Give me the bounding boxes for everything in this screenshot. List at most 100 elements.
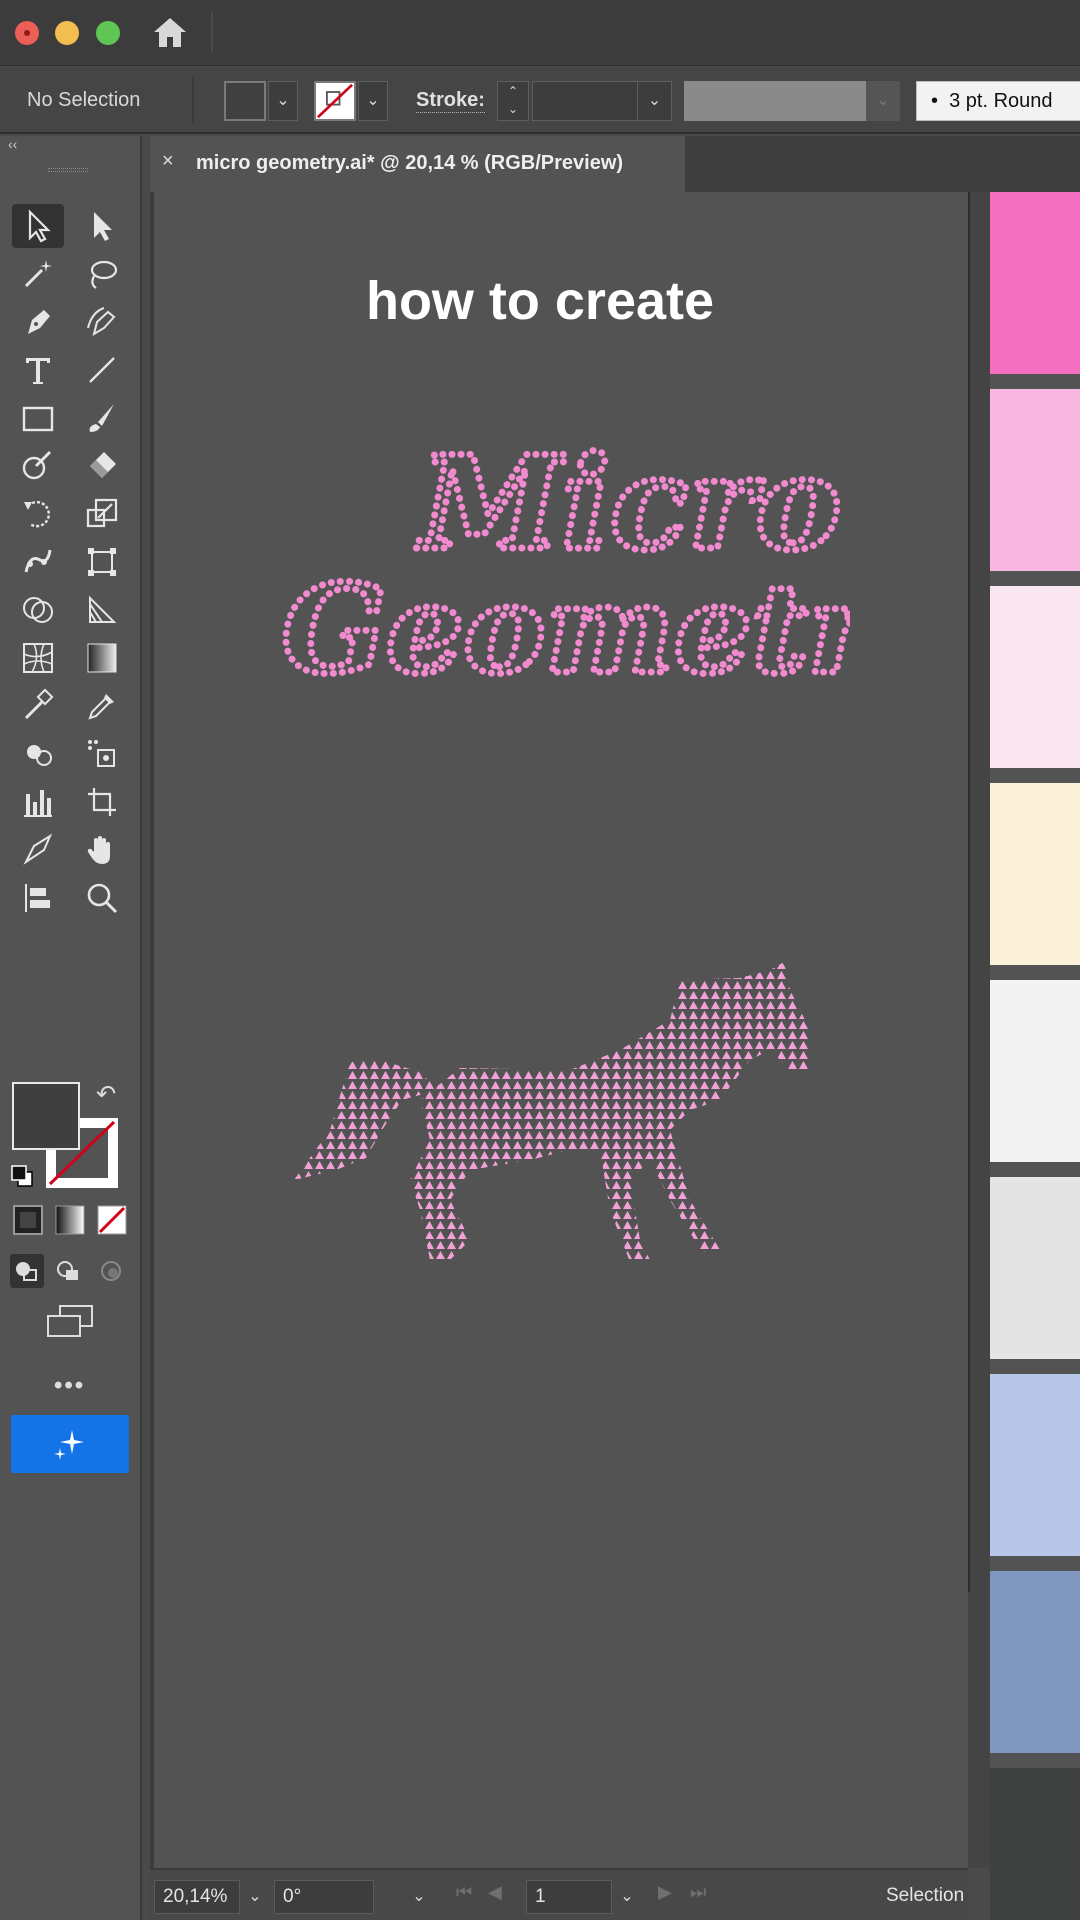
stroke-label[interactable]: Stroke: [416, 89, 485, 113]
pen-tool-icon[interactable] [12, 300, 64, 344]
swatch-tile[interactable] [990, 1768, 1080, 1920]
brush-bullet-icon: • [931, 90, 950, 112]
slice-tool-icon[interactable] [12, 828, 64, 872]
first-artboard-icon[interactable]: ⏮ [456, 1882, 472, 1903]
illustrator-window: No Selection ⌄ ⌄ Stroke: ⌃ ⌄ ⌄ ⌄ • 3 pt. … [0, 0, 1080, 1920]
status-bar: 20,14% ⌄ 0° ⌄ ⏮ ◀ 1 ⌄ ▶ ⏭ Selection [150, 1868, 968, 1920]
change-screen-mode-icon[interactable] [46, 1304, 94, 1340]
stroke-weight-chevron-icon[interactable]: ⌄ [637, 82, 671, 120]
mesh-tool-icon[interactable] [12, 636, 64, 680]
title-bar-divider [211, 12, 213, 52]
title-bar [0, 0, 1080, 66]
generative-ai-button[interactable] [11, 1415, 129, 1473]
zoom-tool-icon[interactable] [76, 876, 128, 920]
brush-definition-dropdown[interactable]: • 3 pt. Round [916, 81, 1080, 121]
horse-silhouette [294, 962, 810, 1262]
rotation-dropdown-chevron-icon[interactable]: ⌄ [404, 1880, 434, 1914]
artboard-number-field[interactable]: 1 [526, 1880, 612, 1914]
swap-fill-stroke-icon[interactable]: ↶ [96, 1080, 116, 1109]
close-tab-icon[interactable]: × [162, 150, 174, 173]
blend-tool-icon[interactable] [12, 684, 64, 728]
tab-strip [686, 136, 1080, 192]
rotation-field[interactable]: 0° [274, 1880, 374, 1914]
collapse-panel-icon[interactable]: ‹‹ [8, 136, 17, 152]
overlay-headline: how to create [365, 271, 715, 331]
swatch-tile[interactable] [990, 1374, 1080, 1556]
close-window-button[interactable] [15, 21, 39, 45]
swatch-tile[interactable] [990, 980, 1080, 1162]
toggle-screen-mode-icon[interactable] [12, 876, 64, 920]
direct-selection-tool-icon[interactable] [76, 204, 128, 248]
home-icon[interactable] [150, 14, 190, 50]
sparkle-icon [54, 1430, 84, 1460]
swatch-tile[interactable] [990, 586, 1080, 768]
variable-width-profile[interactable] [684, 81, 866, 121]
control-bar: No Selection ⌄ ⌄ Stroke: ⌃ ⌄ ⌄ ⌄ • 3 pt. … [0, 67, 1080, 134]
perspective-grid-tool-icon[interactable] [76, 588, 128, 632]
selection-tool-icon[interactable] [12, 204, 64, 248]
artboard-dropdown-chevron-icon[interactable]: ⌄ [612, 1880, 642, 1914]
selection-status: No Selection [27, 89, 141, 111]
eraser-tool-icon[interactable] [76, 444, 128, 488]
last-artboard-icon[interactable]: ⏭ [690, 1882, 706, 1903]
curvature-tool-icon[interactable] [76, 300, 128, 344]
swatch-tile[interactable] [990, 389, 1080, 571]
artwork-title-geometry: Geometry [282, 557, 850, 701]
gradient-mode-icon[interactable] [54, 1204, 86, 1236]
rectangle-tool-icon[interactable] [12, 396, 64, 440]
variable-width-chevron-icon[interactable]: ⌄ [866, 81, 900, 121]
hand-tool-icon[interactable] [76, 828, 128, 872]
minimize-window-button[interactable] [55, 21, 79, 45]
shaper-tool-icon[interactable] [12, 444, 64, 488]
zoom-level-field[interactable]: 20,14% [154, 1880, 240, 1914]
tools-panel: ‹‹ ↶ ••• [0, 136, 142, 1920]
scale-tool-icon[interactable] [76, 492, 128, 536]
artboard-tool-icon[interactable] [76, 780, 128, 824]
current-tool-status[interactable]: Selection [886, 1885, 964, 1907]
next-artboard-icon[interactable]: ▶ [658, 1882, 672, 1903]
fill-dropdown-chevron-icon[interactable]: ⌄ [268, 81, 298, 121]
line-segment-tool-icon[interactable] [76, 348, 128, 392]
zoom-dropdown-chevron-icon[interactable]: ⌄ [240, 1880, 270, 1914]
none-mode-icon[interactable] [96, 1204, 128, 1236]
magic-wand-tool-icon[interactable] [12, 252, 64, 296]
document-tab-title[interactable]: micro geometry.ai* @ 20,14 % (RGB/Previe… [196, 152, 623, 175]
scrollbar-thumb[interactable] [968, 192, 970, 1592]
swatch-tile[interactable] [990, 1177, 1080, 1359]
paintbrush-tool-icon[interactable] [76, 396, 128, 440]
fill-color-box[interactable] [12, 1082, 80, 1150]
micro-geometry-artwork[interactable]: Micro Geometry [270, 410, 954, 1330]
color-mode-icon[interactable] [12, 1204, 44, 1236]
gradient-tool-icon[interactable] [76, 636, 128, 680]
stroke-dropdown-chevron-icon[interactable]: ⌄ [358, 81, 388, 121]
draw-inside-icon[interactable] [94, 1254, 128, 1288]
brush-label: 3 pt. Round [949, 90, 1053, 112]
column-graph-tool-icon[interactable] [12, 780, 64, 824]
swatch-tile[interactable] [990, 192, 1080, 374]
draw-behind-icon[interactable] [52, 1254, 86, 1288]
stroke-weight-field[interactable]: ⌄ [532, 81, 672, 121]
edit-toolbar-button[interactable]: ••• [54, 1372, 85, 1400]
slice-select-tool-icon[interactable] [76, 732, 128, 776]
stroke-weight-stepper[interactable]: ⌃ ⌄ [497, 81, 529, 121]
vertical-scrollbar[interactable] [968, 192, 992, 1868]
rotate-tool-icon[interactable] [12, 492, 64, 536]
control-bar-divider [192, 77, 194, 123]
zoom-window-button[interactable] [96, 21, 120, 45]
stroke-color-swatch[interactable] [314, 81, 356, 121]
previous-artboard-icon[interactable]: ◀ [488, 1882, 502, 1903]
fill-color-swatch[interactable] [224, 81, 266, 121]
draw-normal-icon[interactable] [10, 1254, 44, 1288]
swatch-tile[interactable] [990, 1571, 1080, 1753]
puppet-warp-tool-icon[interactable] [12, 540, 64, 584]
panel-grip[interactable] [48, 168, 88, 172]
default-fill-stroke-icon[interactable] [10, 1164, 34, 1188]
type-tool-icon[interactable] [12, 348, 64, 392]
eyedropper-tool-icon[interactable] [76, 684, 128, 728]
swatch-tile[interactable] [990, 783, 1080, 965]
document-tab[interactable]: × micro geometry.ai* @ 20,14 % (RGB/Prev… [150, 136, 686, 192]
symbol-sprayer-tool-icon[interactable] [12, 732, 64, 776]
shape-builder-tool-icon[interactable] [12, 588, 64, 632]
free-transform-tool-icon[interactable] [76, 540, 128, 584]
lasso-tool-icon[interactable] [76, 252, 128, 296]
